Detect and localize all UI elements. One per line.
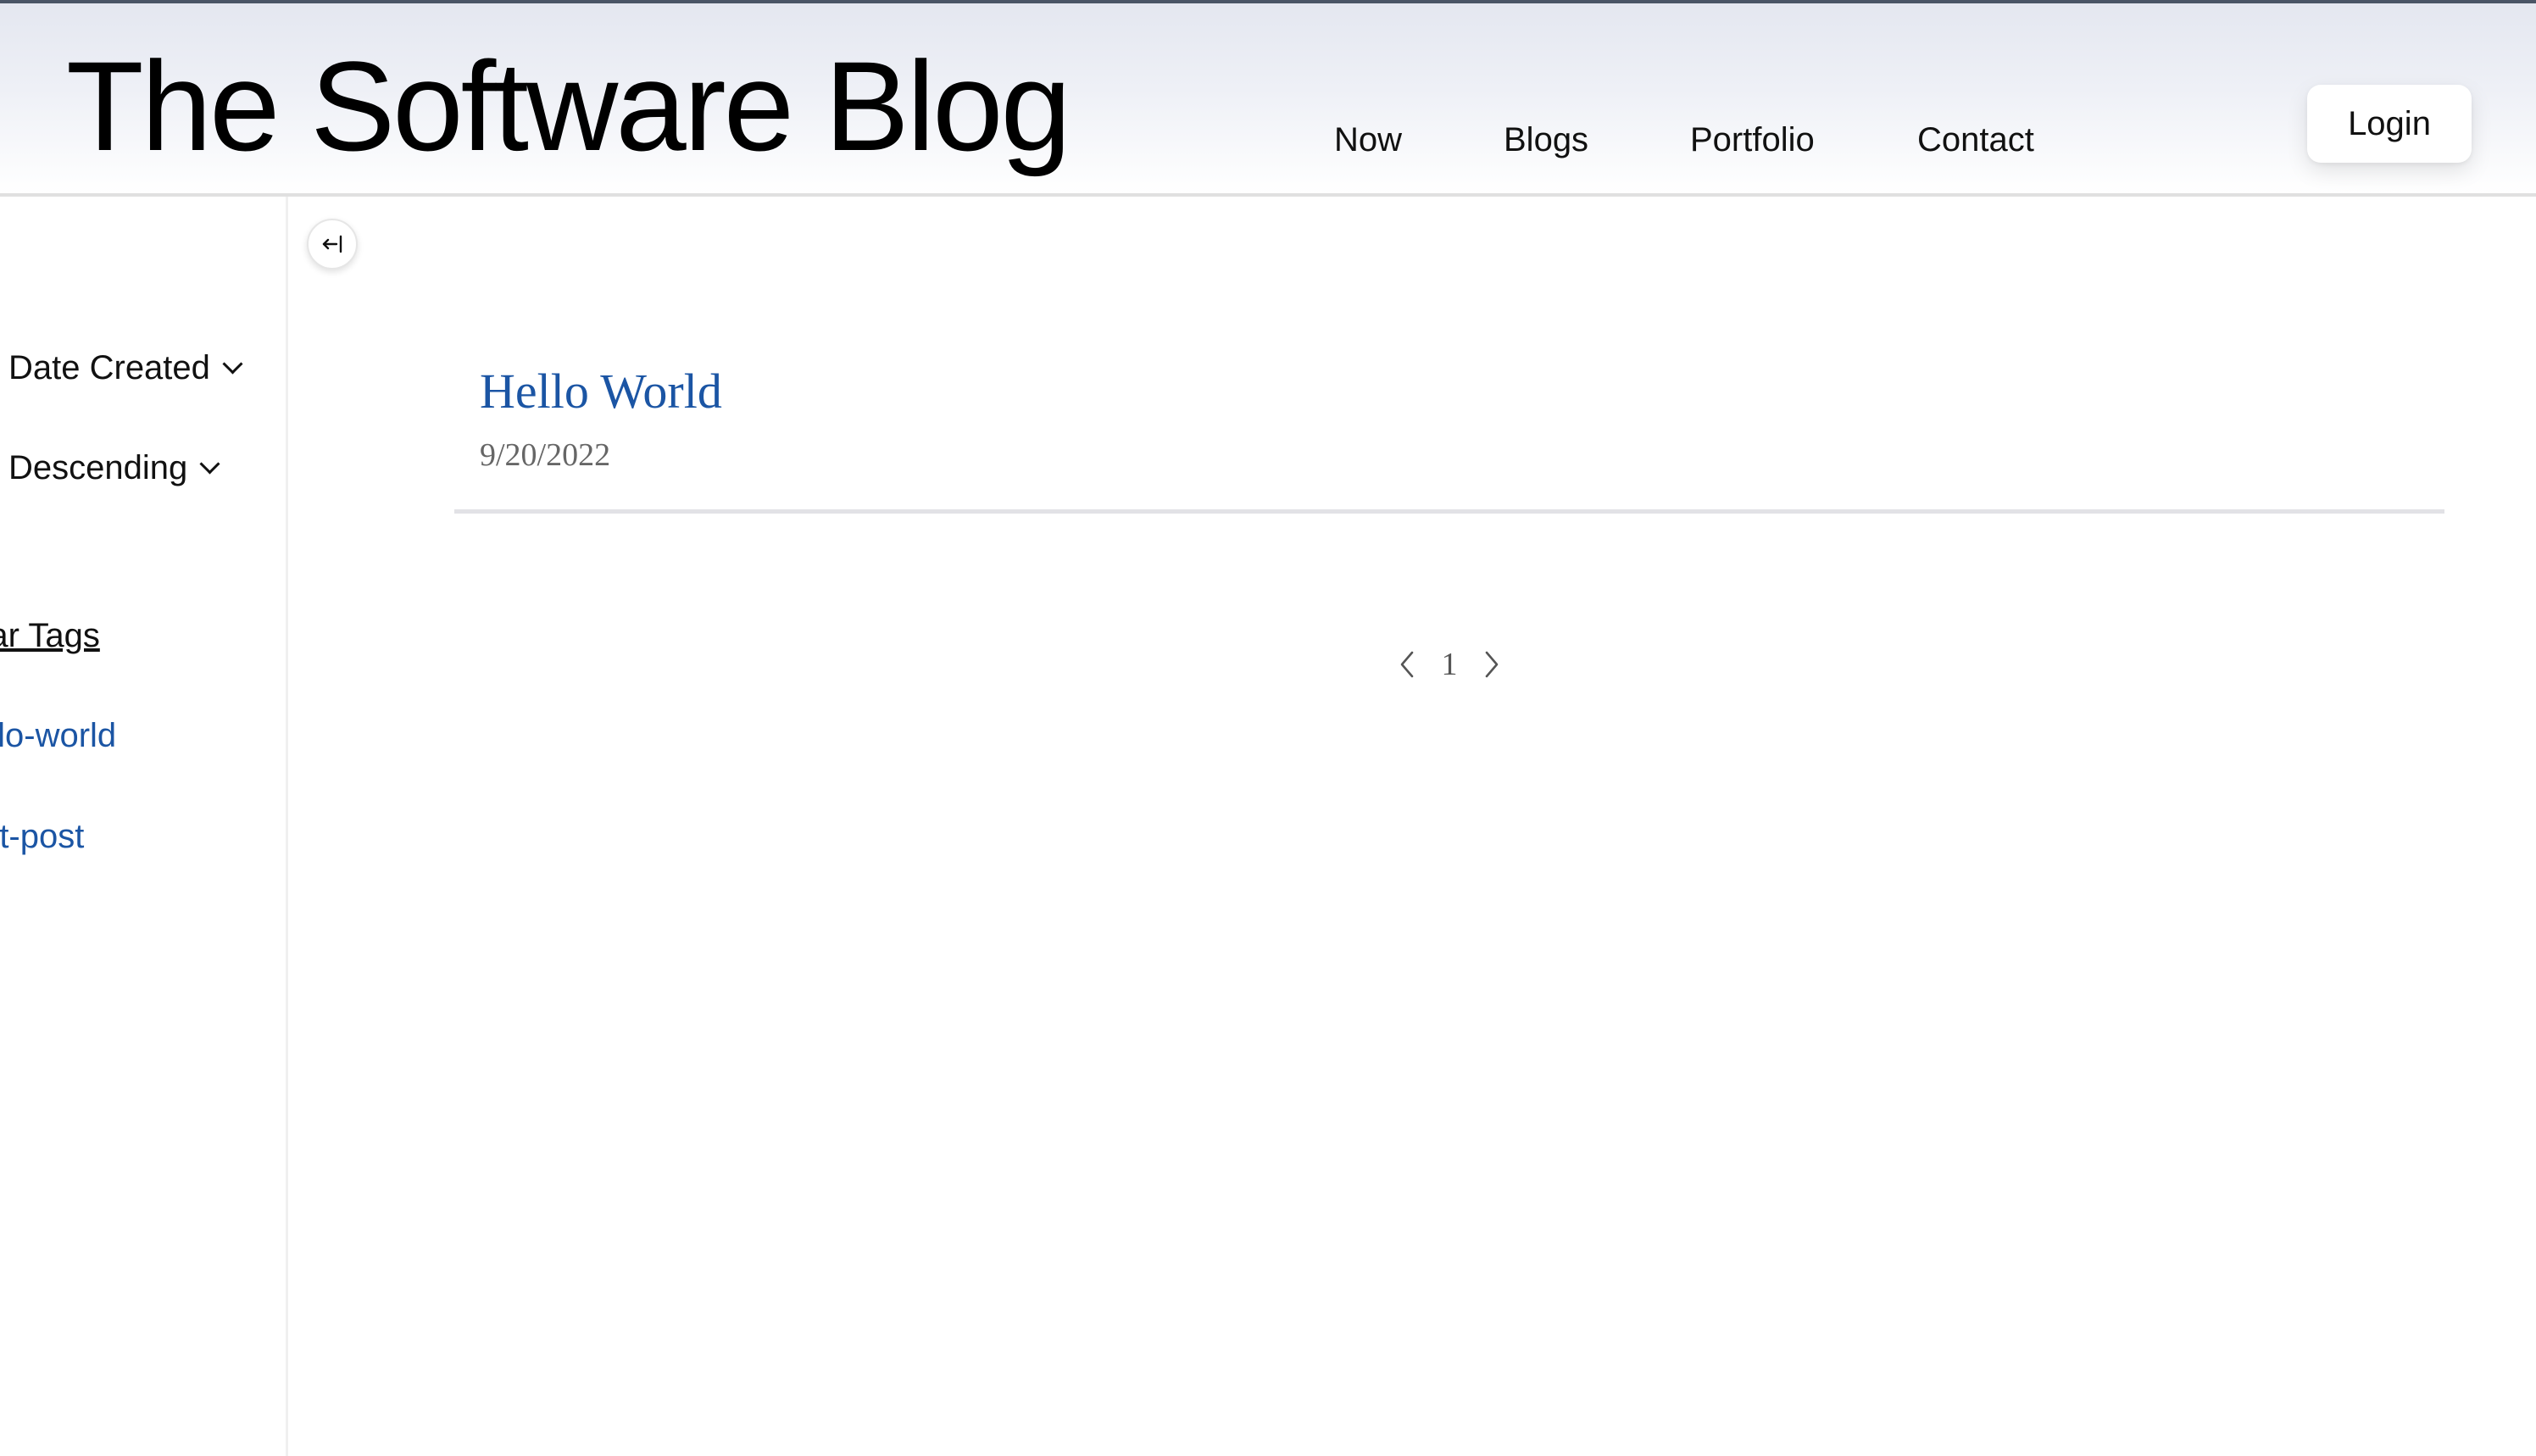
collapse-sidebar-button[interactable] (307, 219, 358, 270)
chevron-down-icon (222, 353, 243, 375)
previous-page-button[interactable] (1390, 641, 1424, 688)
post-card[interactable]: Hello World 9/20/2022 (454, 356, 2444, 514)
collapse-left-icon (322, 235, 342, 253)
sidebar: Date Created Descending pular Tags ello-… (0, 197, 288, 1456)
tag-link-first-post[interactable]: rst-post (0, 814, 84, 859)
chevron-right-icon (1485, 651, 1499, 678)
popular-tags-heading: pular Tags (0, 617, 100, 654)
tag-link-hello-world[interactable]: ello-world (0, 714, 116, 758)
page-number[interactable]: 1 (1432, 641, 1466, 688)
sort-field-label: Date Created (8, 349, 210, 386)
chevron-left-icon (1400, 651, 1414, 678)
nav-item-contact[interactable]: Contact (1917, 117, 2034, 163)
sort-order-label: Descending (8, 449, 188, 486)
sort-order-dropdown[interactable]: Descending (8, 446, 220, 490)
blog-page: The Software Blog Now Blogs Portfolio Co… (0, 0, 2536, 1456)
chevron-down-icon (199, 453, 220, 475)
site-title[interactable]: The Software Blog (66, 34, 1071, 178)
sort-field-dropdown[interactable]: Date Created (8, 346, 243, 390)
nav-item-now[interactable]: Now (1334, 117, 1402, 163)
post-title[interactable]: Hello World (480, 356, 722, 427)
nav-item-portfolio[interactable]: Portfolio (1690, 117, 1815, 163)
login-button[interactable]: Login (2307, 85, 2472, 163)
nav-item-blogs[interactable]: Blogs (1504, 117, 1588, 163)
next-page-button[interactable] (1475, 641, 1509, 688)
pagination: 1 (1390, 641, 1509, 688)
post-date: 9/20/2022 (480, 437, 611, 473)
site-header: The Software Blog Now Blogs Portfolio Co… (0, 0, 2536, 197)
